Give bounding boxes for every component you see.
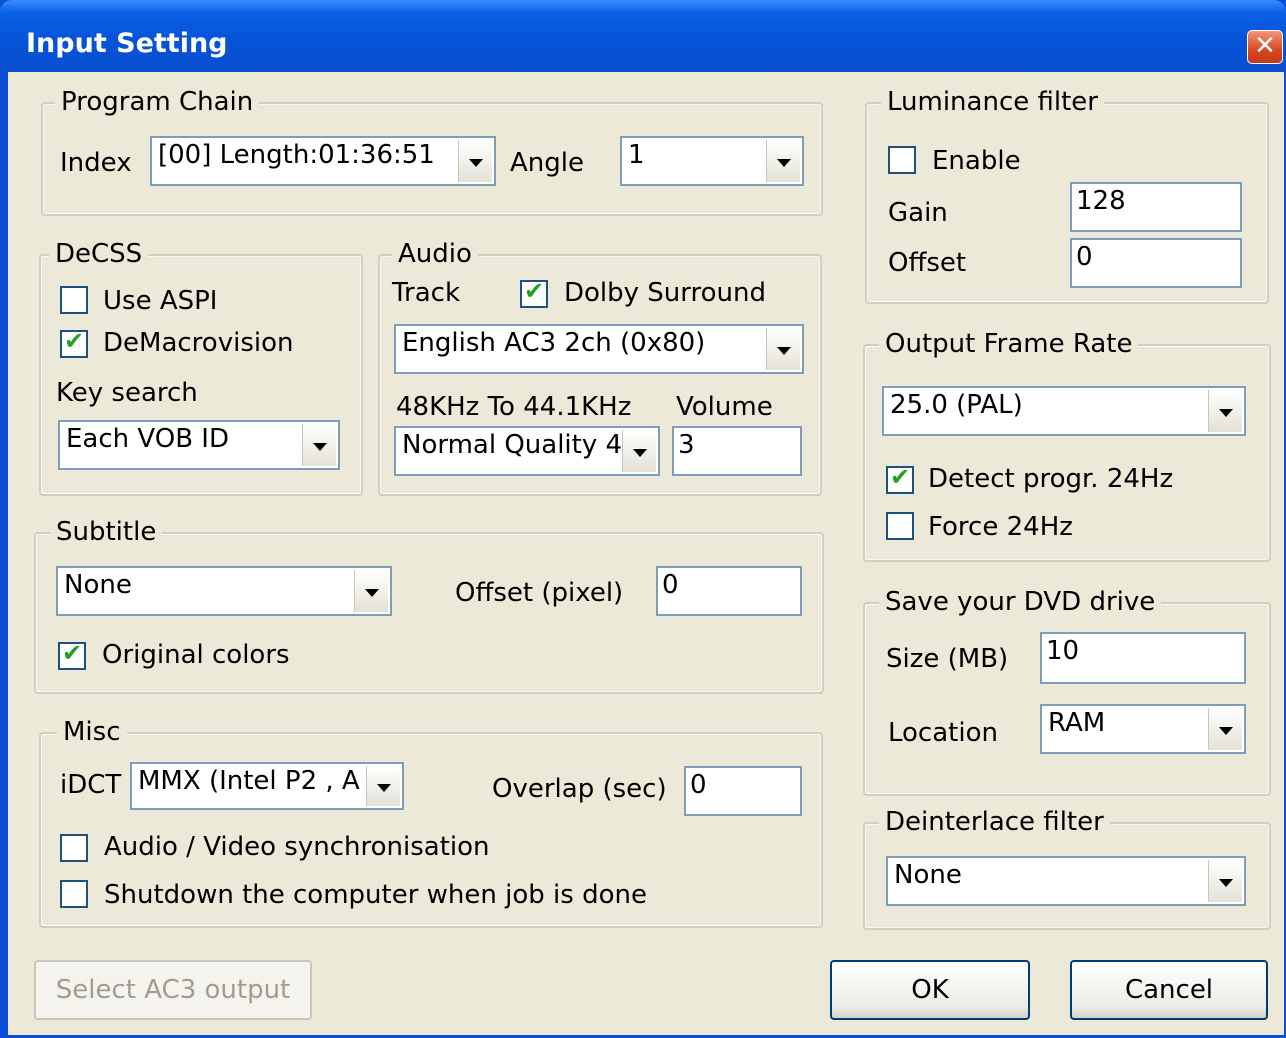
misc-title: Misc [57,717,127,747]
deinterlace-value: None [894,860,962,890]
volume-label: Volume [676,392,773,422]
key-search-select[interactable]: Each VOB ID [58,420,340,470]
subtitle-value: None [64,570,132,600]
luminance-offset-label: Offset [888,248,967,278]
dolby-surround-label[interactable]: Dolby Surround [564,278,766,308]
location-value: RAM [1048,708,1106,738]
deinterlace-select[interactable]: None [886,856,1246,906]
luminance-offset-value: 0 [1076,242,1093,272]
angle-label: Angle [510,148,584,178]
deinterlace-title: Deinterlace filter [879,807,1110,837]
angle-value: 1 [628,140,645,170]
chevron-down-icon[interactable] [1208,708,1242,750]
use-aspi-label[interactable]: Use ASPI [103,286,217,316]
window-title: Input Setting [26,28,228,59]
subtitle-select[interactable]: None [56,566,392,616]
av-sync-checkbox[interactable] [60,834,88,862]
chevron-down-icon[interactable] [622,430,656,472]
shutdown-label[interactable]: Shutdown the computer when job is done [104,880,647,910]
subtitle-offset-value: 0 [662,570,679,600]
resample-label: 48KHz To 44.1KHz [396,392,632,422]
track-select[interactable]: English AC3 2ch (0x80) [394,324,804,374]
idct-value: MMX (Intel P2 , A [138,766,360,796]
track-label: Track [392,278,461,308]
frame-rate-value: 25.0 (PAL) [890,390,1023,420]
subtitle-title: Subtitle [50,517,163,547]
frame-rate-title: Output Frame Rate [879,329,1139,359]
ok-button[interactable]: OK [830,960,1030,1020]
resample-select[interactable]: Normal Quality 4 [394,426,660,476]
luminance-enable-label[interactable]: Enable [932,146,1021,176]
chevron-down-icon[interactable] [766,328,800,370]
idct-label: iDCT [60,770,122,800]
gain-input[interactable]: 128 [1070,182,1242,232]
gain-label: Gain [888,198,948,228]
volume-value: 3 [678,430,695,460]
force-24hz-checkbox[interactable] [886,512,914,540]
track-value: English AC3 2ch (0x80) [402,328,706,358]
dolby-surround-checkbox[interactable] [520,277,548,308]
subtitle-offset-input[interactable]: 0 [656,566,802,616]
shutdown-checkbox[interactable] [60,880,88,908]
original-colors-label[interactable]: Original colors [102,640,290,670]
audio-title: Audio [392,239,478,269]
frame-rate-select[interactable]: 25.0 (PAL) [882,386,1246,436]
gain-value: 128 [1076,186,1126,216]
decss-title: DeCSS [49,239,149,269]
program-chain-title: Program Chain [55,87,260,117]
index-label: Index [60,148,132,178]
overlap-input[interactable]: 0 [684,766,802,816]
angle-select[interactable]: 1 [620,136,804,186]
subtitle-offset-label: Offset (pixel) [455,578,624,608]
dialog-client: Program Chain Index [00] Length:01:36:51… [8,72,1284,1035]
luminance-enable-checkbox[interactable] [888,146,916,174]
index-select[interactable]: [00] Length:01:36:51 [150,136,496,186]
size-value: 10 [1046,636,1080,666]
demacrovision-label[interactable]: DeMacrovision [103,328,293,358]
luminance-title: Luminance filter [881,87,1104,117]
original-colors-checkbox[interactable] [58,639,86,670]
av-sync-label[interactable]: Audio / Video synchronisation [104,832,490,862]
location-label: Location [888,718,998,748]
size-input[interactable]: 10 [1040,632,1246,684]
overlap-label: Overlap (sec) [492,774,667,804]
overlap-value: 0 [690,770,707,800]
chevron-down-icon[interactable] [366,766,400,806]
idct-select[interactable]: MMX (Intel P2 , A [130,762,404,810]
volume-input[interactable]: 3 [672,426,802,476]
luminance-offset-input[interactable]: 0 [1070,238,1242,288]
resample-value: Normal Quality 4 [402,430,623,460]
cancel-button[interactable]: Cancel [1070,960,1268,1020]
select-ac3-output-button[interactable]: Select AC3 output [34,960,312,1020]
title-bar[interactable]: Input Setting ✕ [0,0,1286,72]
detect-24hz-label[interactable]: Detect progr. 24Hz [928,464,1173,494]
chevron-down-icon[interactable] [302,424,336,466]
dvd-drive-title: Save your DVD drive [879,587,1162,617]
chevron-down-icon[interactable] [1208,390,1242,432]
size-label: Size (MB) [886,644,1009,674]
demacrovision-checkbox[interactable] [60,327,88,358]
detect-24hz-checkbox[interactable] [886,463,914,494]
location-select[interactable]: RAM [1040,704,1246,754]
key-search-value: Each VOB ID [66,424,229,454]
dialog-window: Input Setting ✕ Program Chain Index [00]… [0,0,1286,1038]
chevron-down-icon[interactable] [354,570,388,612]
force-24hz-label[interactable]: Force 24Hz [928,512,1073,542]
chevron-down-icon[interactable] [766,140,800,182]
chevron-down-icon[interactable] [1208,860,1242,902]
key-search-label: Key search [56,378,198,408]
chevron-down-icon[interactable] [458,140,492,182]
index-value: [00] Length:01:36:51 [158,140,435,170]
use-aspi-checkbox[interactable] [60,286,88,314]
close-icon[interactable]: ✕ [1247,30,1283,64]
